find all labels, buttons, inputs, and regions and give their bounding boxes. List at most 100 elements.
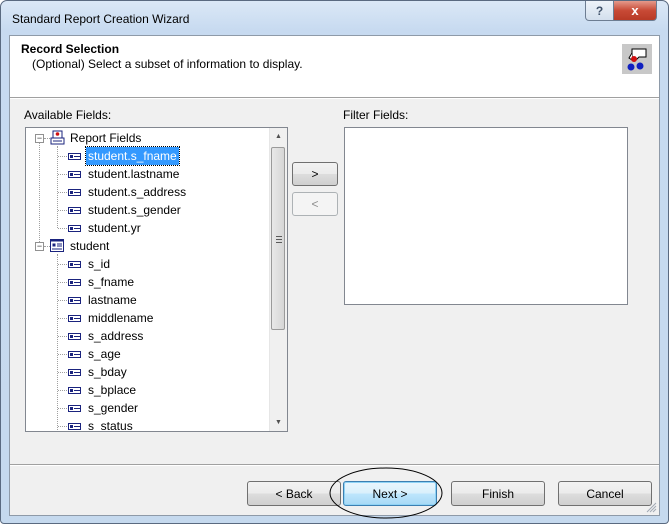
tree-line [58,228,67,229]
collapse-icon[interactable]: − [35,242,44,251]
finish-label: Finish [481,486,514,501]
grip-line [276,242,282,243]
tree-scrollbar[interactable]: ▲ ▼ [269,128,287,431]
tree-item[interactable]: student.yr [26,219,266,237]
field-icon [68,207,81,214]
tree-item[interactable]: s_fname [26,273,266,291]
tree-item-label: s_bplace [88,383,137,397]
tree-line [58,300,67,301]
tree-item[interactable]: s_bday [26,363,266,381]
scroll-thumb[interactable] [271,147,285,330]
remove-filter-label: < [311,197,319,211]
wizard-window: Standard Report Creation Wizard ? x Reco… [0,0,669,524]
tree-item-label: student.s_fname [85,146,180,166]
available-fields-label: Available Fields: [24,108,112,122]
window-title: Standard Report Creation Wizard [12,12,190,26]
available-fields-tree[interactable]: − Report Fields student.s_fname student.… [25,127,288,432]
resize-grip-icon[interactable] [645,501,657,513]
grip-line [276,236,282,237]
field-icon [68,261,81,268]
remove-filter-button[interactable]: < [292,192,338,216]
tree-group-report-fields[interactable]: − Report Fields [26,129,266,147]
tree-item-label: s_address [88,329,144,343]
wizard-body: Record Selection (Optional) Select a sub… [9,35,660,516]
cancel-button[interactable]: Cancel [558,481,652,506]
tree-item-label: student.s_gender [88,203,181,217]
tree-line [58,372,67,373]
collapse-icon[interactable]: − [35,134,44,143]
close-icon: x [631,3,639,18]
close-button[interactable]: x [613,1,657,21]
tree-item-label: student.s_address [88,185,187,199]
next-button[interactable]: Next > [343,481,437,506]
field-icon [68,333,81,340]
tree-item[interactable]: s_address [26,327,266,345]
scroll-down-arrow-icon[interactable]: ▼ [270,414,287,431]
tree-group-label: student [70,239,110,253]
tree-item[interactable]: student.s_fname [26,146,266,166]
back-label: < Back [275,486,313,501]
tree-line [58,390,67,391]
tree-group-student[interactable]: − student [26,237,266,255]
add-filter-button[interactable]: > [292,162,338,186]
scroll-up-arrow-icon[interactable]: ▲ [270,128,287,145]
tree-item[interactable]: lastname [26,291,266,309]
field-icon [68,351,81,358]
tree-item-label: s_fname [88,275,135,289]
field-icon [68,315,81,322]
tree-item-label: s_bday [88,365,127,379]
field-icon [68,153,81,160]
tree-item-label: student.lastname [88,167,180,181]
tree-line [58,426,67,427]
tree-line [58,318,67,319]
wizard-header: Record Selection (Optional) Select a sub… [10,36,659,99]
finish-button[interactable]: Finish [451,481,545,506]
tree-item-label: middlename [88,311,154,325]
filter-fields-list[interactable] [344,127,628,305]
field-icon [68,279,81,286]
tree-item-label: s_status [88,419,133,432]
cancel-label: Cancel [586,486,624,501]
back-button[interactable]: < Back [247,481,341,506]
tree-item[interactable]: s_bplace [26,381,266,399]
field-icon [68,369,81,376]
tree-line [58,264,67,265]
tree-line [58,156,67,157]
tree-item[interactable]: s_gender [26,399,266,417]
tree-item[interactable]: middlename [26,309,266,327]
record-selection-wizard-icon [622,44,652,74]
tree-item[interactable]: student.lastname [26,165,266,183]
field-icon [68,387,81,394]
tree-item-label: student.yr [88,221,141,235]
table-icon [50,239,64,253]
help-icon: ? [595,3,604,18]
field-icon [68,225,81,232]
title-bar[interactable]: Standard Report Creation Wizard ? x [1,1,668,35]
filter-fields-label: Filter Fields: [343,108,409,122]
tree-line [58,354,67,355]
field-icon [68,423,81,430]
field-icon [68,171,81,178]
tree-item-label: s_gender [88,401,139,415]
report-fields-icon [50,130,65,145]
tree-item[interactable]: student.s_gender [26,201,266,219]
tree-line [58,336,67,337]
tree-item[interactable]: s_status [26,417,266,432]
tree-line [58,282,67,283]
tree-item[interactable]: student.s_address [26,183,266,201]
tree-item[interactable]: s_age [26,345,266,363]
tree-line [58,174,67,175]
page-subtitle: (Optional) Select a subset of informatio… [32,57,303,71]
page-title: Record Selection [21,42,120,56]
tree-item[interactable]: s_id [26,255,266,273]
field-icon [68,189,81,196]
tree-line [58,210,67,211]
field-icon [68,297,81,304]
tree-item-label: s_age [88,347,121,361]
help-button[interactable]: ? [585,1,614,21]
field-icon [68,405,81,412]
next-label: Next > [372,486,408,501]
tree-line [58,192,67,193]
grip-line [276,239,282,240]
add-filter-label: > [311,167,319,181]
